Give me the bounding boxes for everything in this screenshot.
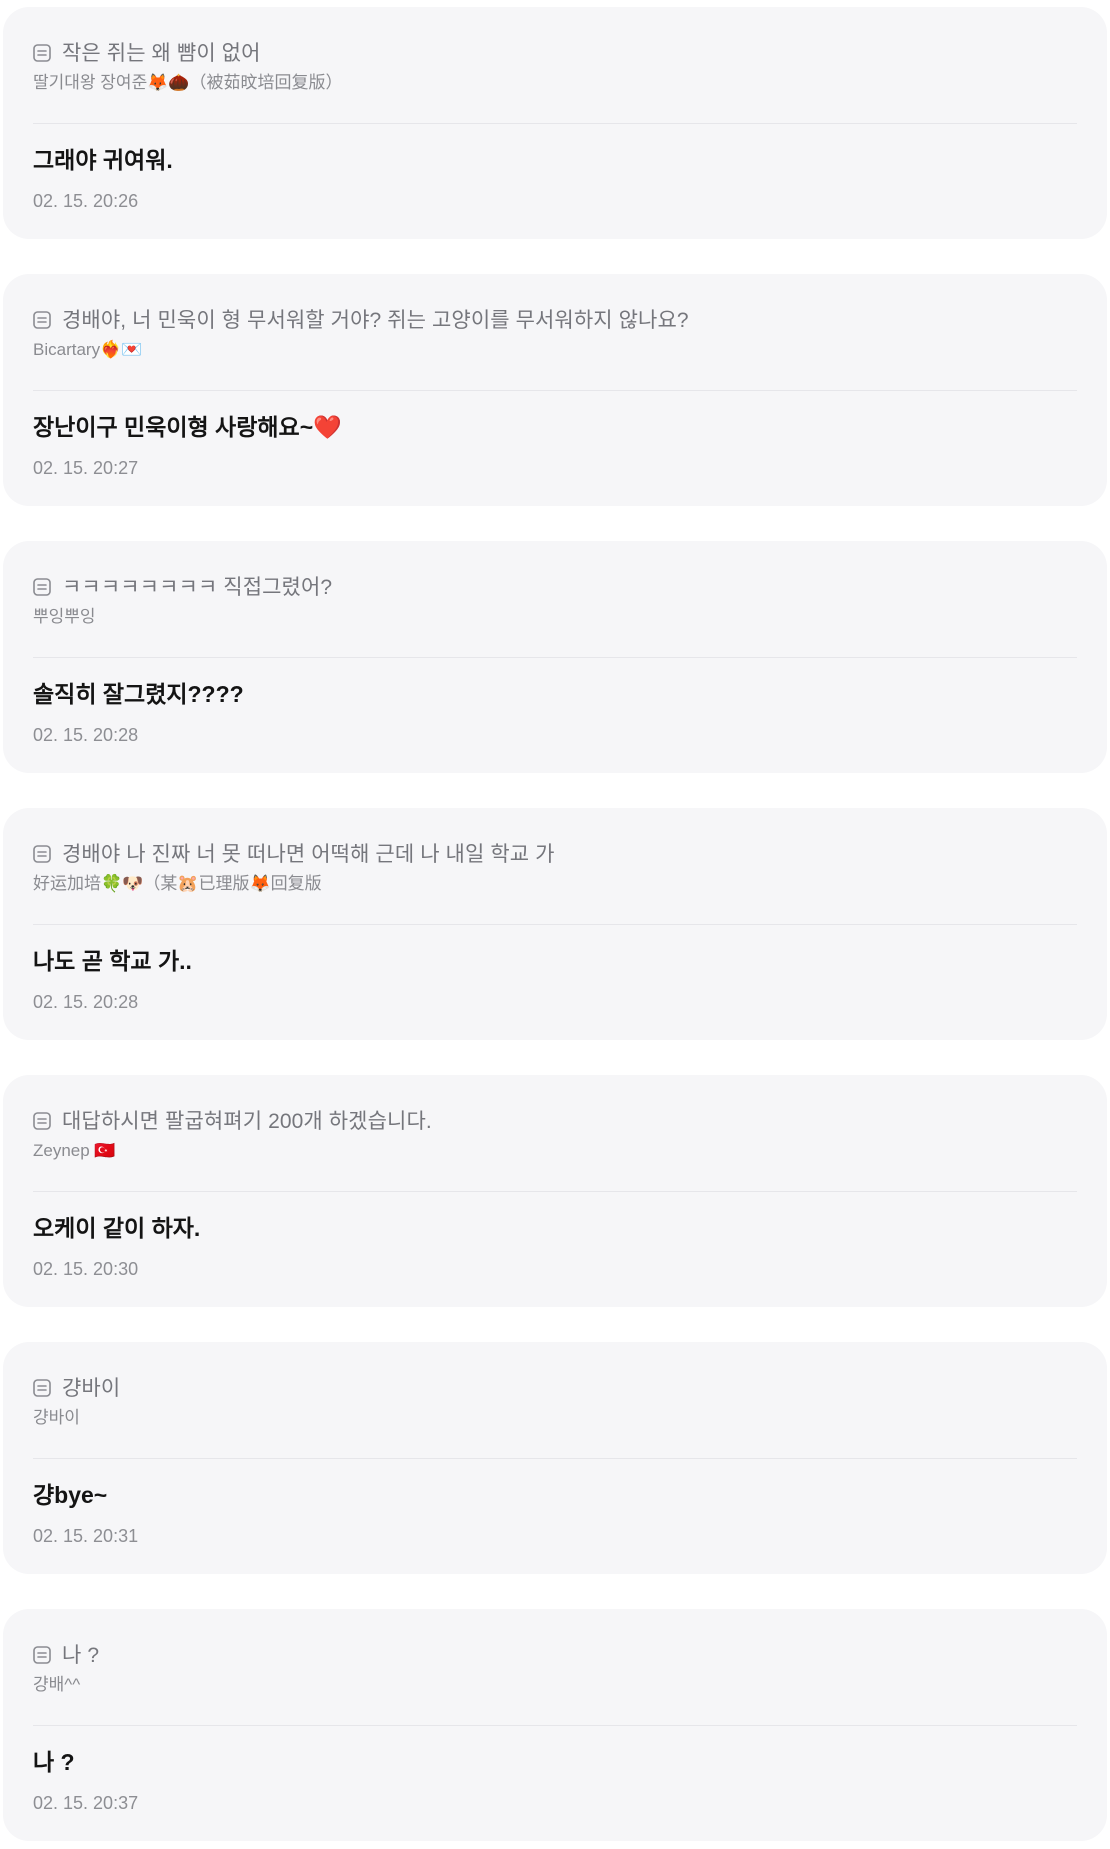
card-divider	[33, 1191, 1077, 1192]
message-card[interactable]: 나 ? 걍배^^ 나 ? 02. 15. 20:37	[3, 1609, 1107, 1841]
question-header: ㅋㅋㅋㅋㅋㅋㅋㅋ 직접그렸어? 뿌잉뿌잉	[33, 569, 1077, 630]
question-text: ㅋㅋㅋㅋㅋㅋㅋㅋ 직접그렸어?	[62, 576, 333, 599]
timestamp: 02. 15. 20:31	[33, 1526, 139, 1546]
card-divider	[33, 657, 1077, 658]
question-note-icon	[33, 1378, 51, 1397]
timestamp: 02. 15. 20:28	[33, 725, 139, 745]
question-text: 걍바이	[62, 1377, 121, 1400]
timestamp: 02. 15. 20:27	[33, 458, 139, 478]
question-text: 작은 쥐는 왜 뺨이 없어	[62, 42, 261, 65]
answer-text: 그래야 귀여워.	[33, 147, 173, 173]
card-divider	[33, 123, 1077, 124]
question-text: 대답하시면 팔굽혀펴기 200개 하겠습니다.	[62, 1110, 432, 1133]
message-card[interactable]: ㅋㅋㅋㅋㅋㅋㅋㅋ 직접그렸어? 뿌잉뿌잉솔직히 잘그렸지???? 02. 15. 2…	[3, 541, 1107, 773]
card-divider	[33, 1458, 1077, 1459]
answer-text: 오케이 같이 하자.	[33, 1215, 201, 1241]
answer-text: 나 ?	[33, 1749, 75, 1775]
timestamp: 02. 15. 20:30	[33, 1259, 139, 1279]
card-divider	[33, 924, 1077, 925]
question-note-icon	[33, 310, 51, 329]
question-header: 경배야, 너 민욱이 형 무서워할 거야? 쥐는 고양이를 무서워하지 않나요?…	[33, 302, 1077, 363]
question-note-icon	[33, 577, 51, 596]
question-header: 대답하시면 팔굽혀펴기 200개 하겠습니다. Zeynep 🇹🇷	[33, 1103, 1077, 1164]
message-card[interactable]: 경배야, 너 민욱이 형 무서워할 거야? 쥐는 고양이를 무서워하지 않나요?…	[3, 274, 1107, 506]
card-divider	[33, 390, 1077, 391]
message-card[interactable]: 작은 쥐는 왜 뺨이 없어딸기대왕 장여준🦊🌰（被茹旼培回复版） 그래야 귀여워.…	[3, 7, 1107, 239]
question-note-icon	[33, 844, 51, 863]
question-note-icon	[33, 43, 51, 62]
question-header: 나 ? 걍배^^	[33, 1637, 1077, 1698]
question-note-icon	[33, 1645, 51, 1664]
question-row: ㅋㅋㅋㅋㅋㅋㅋㅋ 직접그렸어?	[33, 569, 1077, 603]
question-row: 경배야 나 진짜 너 못 떠나면 어떡해 근데 나 내일 학교 가	[33, 836, 1077, 870]
question-author: 딸기대왕 장여준🦊🌰（被茹旼培回复版）	[33, 73, 343, 92]
question-author: 걍바이	[33, 1408, 80, 1427]
question-header: 걍바이 걍바이	[33, 1370, 1077, 1431]
question-row: 걍바이	[33, 1370, 1077, 1404]
question-row: 나 ?	[33, 1637, 1077, 1671]
answer-text: 걍bye~	[33, 1482, 108, 1508]
question-text: 나 ?	[62, 1644, 100, 1667]
question-author: 好运加培🍀🐶（某🐹已理版🦊回复版	[33, 874, 322, 893]
question-header: 경배야 나 진짜 너 못 떠나면 어떡해 근데 나 내일 학교 가 好运加培🍀🐶（…	[33, 836, 1077, 897]
question-author: Bicartary❤️‍🔥💌	[33, 340, 143, 359]
question-text: 경배야, 너 민욱이 형 무서워할 거야? 쥐는 고양이를 무서워하지 않나요?	[62, 309, 689, 332]
question-author: Zeynep 🇹🇷	[33, 1141, 116, 1160]
timestamp: 02. 15. 20:37	[33, 1793, 139, 1813]
question-author: 걍배^^	[33, 1675, 81, 1694]
question-text: 경배야 나 진짜 너 못 떠나면 어떡해 근데 나 내일 학교 가	[62, 843, 555, 866]
timestamp: 02. 15. 20:26	[33, 191, 139, 211]
message-card[interactable]: 대답하시면 팔굽혀펴기 200개 하겠습니다. Zeynep 🇹🇷 오케이 같이 하…	[3, 1075, 1107, 1307]
question-author: 뿌잉뿌잉	[33, 607, 96, 626]
question-row: 작은 쥐는 왜 뺨이 없어	[33, 35, 1077, 69]
timestamp: 02. 15. 20:28	[33, 992, 139, 1012]
card-divider	[33, 1725, 1077, 1726]
message-card[interactable]: 경배야 나 진짜 너 못 떠나면 어떡해 근데 나 내일 학교 가 好运加培🍀🐶（…	[3, 808, 1107, 1040]
question-row: 경배야, 너 민욱이 형 무서워할 거야? 쥐는 고양이를 무서워하지 않나요?	[33, 302, 1077, 336]
answer-text: 솔직히 잘그렸지????	[33, 681, 244, 707]
question-row: 대답하시면 팔굽혀펴기 200개 하겠습니다.	[33, 1103, 1077, 1137]
question-header: 작은 쥐는 왜 뺨이 없어딸기대왕 장여준🦊🌰（被茹旼培回复版）	[33, 35, 1077, 96]
message-card[interactable]: 걍바이 걍바이 걍bye~ 02. 15. 20:31	[3, 1342, 1107, 1574]
question-note-icon	[33, 1111, 51, 1130]
answer-text: 나도 곧 학교 가..	[33, 948, 192, 974]
answer-text: 장난이구 민욱이형 사랑해요~❤️	[33, 414, 342, 440]
